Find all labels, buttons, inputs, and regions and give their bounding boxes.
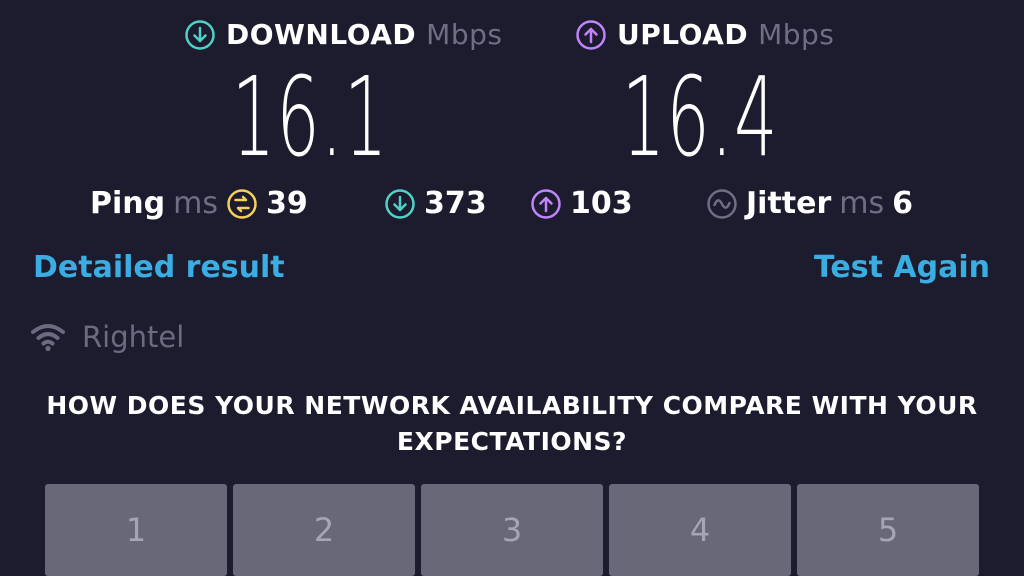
- download-latency-stat: 373: [384, 186, 487, 221]
- upload-label: UPLOAD: [617, 18, 749, 51]
- jitter-unit: ms: [839, 186, 885, 221]
- arrow-up-circle-icon: [576, 19, 606, 50]
- ping-label: Ping: [90, 186, 166, 221]
- jitter-stat: Jitter ms 6: [706, 186, 913, 221]
- upload-unit: Mbps: [758, 18, 835, 51]
- arrow-down-circle-icon: [385, 188, 415, 219]
- rating-button-4[interactable]: 4: [609, 484, 791, 576]
- arrow-up-circle-icon: [531, 188, 561, 219]
- upload-latency-value: 103: [570, 186, 633, 221]
- jitter-label: Jitter: [746, 186, 832, 221]
- ping-stat: Ping ms 39: [90, 186, 308, 221]
- wifi-icon: [31, 324, 65, 352]
- rating-button-1[interactable]: 1: [45, 484, 227, 576]
- provider-row: Rightel: [30, 320, 184, 354]
- download-latency-value: 373: [424, 186, 487, 221]
- test-again-link[interactable]: Test Again: [814, 250, 990, 285]
- ping-unit: ms: [173, 186, 218, 221]
- rating-button-5[interactable]: 5: [797, 484, 979, 576]
- upload-latency-stat: 103: [530, 186, 633, 221]
- upload-header: UPLOAD Mbps: [575, 18, 834, 51]
- upload-speed-value: 16.4: [621, 53, 779, 181]
- provider-name: Rightel: [82, 320, 185, 354]
- rating-button-3[interactable]: 3: [421, 484, 603, 576]
- download-speed-value: 16.1: [231, 53, 389, 181]
- rating-options: 1 2 3 4 5: [45, 484, 979, 576]
- ping-value: 39: [265, 186, 308, 221]
- wave-circle-icon: [707, 188, 737, 219]
- arrow-down-circle-icon: [185, 19, 215, 50]
- download-unit: Mbps: [426, 18, 503, 51]
- rating-button-2[interactable]: 2: [233, 484, 415, 576]
- download-header: DOWNLOAD Mbps: [184, 18, 502, 51]
- download-label: DOWNLOAD: [226, 18, 417, 51]
- detailed-result-link[interactable]: Detailed result: [33, 250, 285, 285]
- jitter-value: 6: [892, 186, 914, 221]
- ping-circle-icon: [227, 188, 257, 219]
- survey-question: HOW DOES YOUR NETWORK AVAILABILITY COMPA…: [46, 391, 978, 456]
